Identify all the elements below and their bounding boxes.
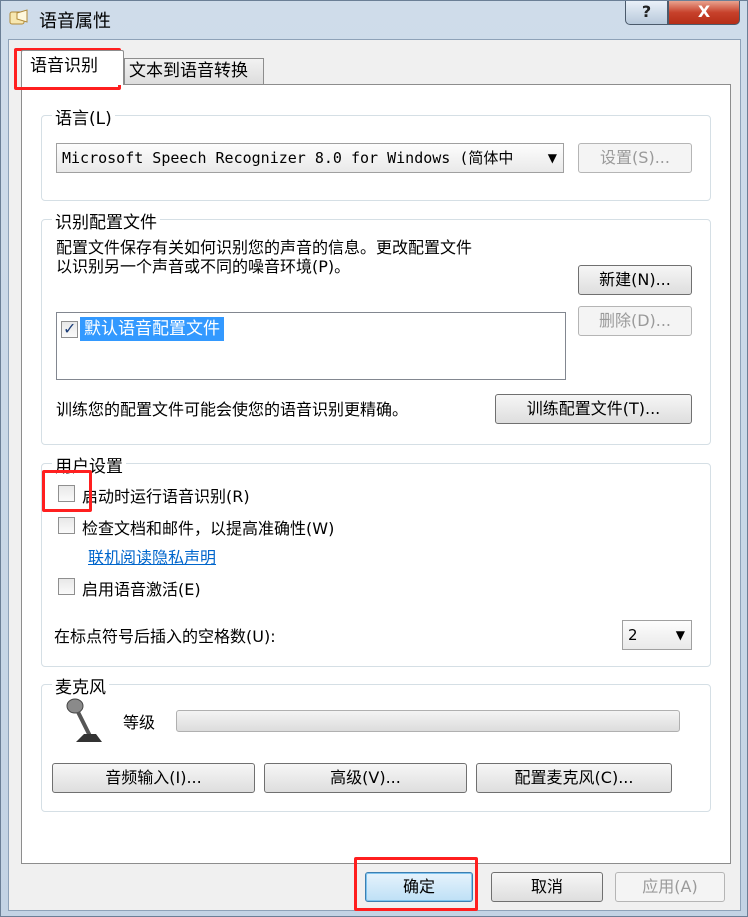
voice-activation-checkbox[interactable] bbox=[58, 578, 75, 595]
tab-text-to-speech[interactable]: 文本到语音转换 bbox=[124, 58, 264, 85]
profile-item-label: 默认语音配置文件 bbox=[80, 317, 224, 341]
profile-group-title: 识别配置文件 bbox=[52, 208, 160, 233]
language-select-value: Microsoft Speech Recognizer 8.0 for Wind… bbox=[62, 149, 514, 167]
profile-list[interactable]: 默认语音配置文件 bbox=[56, 312, 566, 380]
window-title: 语音属性 bbox=[39, 11, 111, 32]
speech-properties-window: 语音属性 ? X 语音识别 文本到语音转换 语言(L) Microsoft Sp… bbox=[0, 0, 748, 917]
language-group: 语言(L) Microsoft Speech Recognizer 8.0 fo… bbox=[41, 104, 711, 201]
recognition-profile-group: 识别配置文件 配置文件保存有关如何识别您的声音的信息。更改配置文件 以识别另一个… bbox=[41, 208, 711, 445]
profile-checkbox[interactable] bbox=[61, 319, 78, 338]
apply-button[interactable]: 应用(A) bbox=[615, 872, 725, 902]
microphone-icon bbox=[66, 698, 102, 742]
chevron-down-icon: ▼ bbox=[547, 151, 557, 165]
ok-button[interactable]: 确定 bbox=[365, 872, 473, 902]
privacy-statement-link[interactable]: 联机阅读隐私声明 bbox=[88, 544, 216, 568]
spaces-count-value: 2 bbox=[628, 626, 638, 644]
dialog-client-area: 语音识别 文本到语音转换 语言(L) Microsoft Speech Reco… bbox=[8, 39, 741, 911]
title-bar[interactable]: 语音属性 ? X bbox=[1, 1, 747, 39]
speech-app-icon bbox=[9, 9, 28, 25]
configure-microphone-button[interactable]: 配置麦克风(C)... bbox=[476, 763, 672, 793]
cancel-button[interactable]: 取消 bbox=[491, 872, 603, 902]
train-profile-button[interactable]: 训练配置文件(T)... bbox=[495, 394, 692, 424]
language-select[interactable]: Microsoft Speech Recognizer 8.0 for Wind… bbox=[56, 143, 564, 173]
user-settings-group: 用户设置 启动时运行语音识别(R) 检查文档和邮件，以提高准确性(W) 联机阅读… bbox=[41, 452, 711, 667]
microphone-level-meter bbox=[176, 710, 680, 732]
tab-speech-recognition[interactable]: 语音识别 bbox=[21, 50, 124, 85]
speech-recognition-panel: 语言(L) Microsoft Speech Recognizer 8.0 fo… bbox=[21, 84, 731, 864]
level-label: 等级 bbox=[123, 713, 156, 732]
run-at-startup-checkbox[interactable] bbox=[58, 485, 75, 502]
close-button[interactable]: X bbox=[668, 1, 740, 25]
review-documents-checkbox[interactable] bbox=[58, 517, 75, 534]
language-group-title: 语言(L) bbox=[52, 104, 115, 129]
spaces-count-select[interactable]: 2 ▼ bbox=[622, 620, 692, 650]
language-settings-button[interactable]: 设置(S)... bbox=[578, 143, 692, 173]
list-item[interactable]: 默认语音配置文件 bbox=[61, 317, 224, 341]
microphone-group: 麦克风 等级 音频输入(I)... 高级(V)... 配置麦克风(C)... bbox=[41, 673, 711, 812]
advanced-button[interactable]: 高级(V)... bbox=[264, 763, 467, 793]
new-profile-button[interactable]: 新建(N)... bbox=[578, 265, 692, 295]
delete-profile-button[interactable]: 删除(D)... bbox=[578, 306, 692, 336]
run-at-startup-label[interactable]: 启动时运行语音识别(R) bbox=[82, 483, 250, 507]
train-hint: 训练您的配置文件可能会使您的语音识别更精确。 bbox=[56, 400, 409, 419]
chevron-down-icon: ▼ bbox=[675, 628, 685, 642]
review-documents-label[interactable]: 检查文档和邮件，以提高准确性(W) bbox=[82, 515, 334, 539]
user-settings-group-title: 用户设置 bbox=[52, 452, 126, 477]
voice-activation-label[interactable]: 启用语音激活(E) bbox=[82, 576, 201, 600]
audio-input-button[interactable]: 音频输入(I)... bbox=[52, 763, 255, 793]
microphone-group-title: 麦克风 bbox=[52, 673, 109, 698]
help-button[interactable]: ? bbox=[625, 1, 668, 25]
spaces-after-punctuation-label: 在标点符号后插入的空格数(U): bbox=[54, 627, 276, 646]
profile-description-line2: 以识别另一个声音或不同的噪音环境(P)。 bbox=[56, 257, 351, 276]
